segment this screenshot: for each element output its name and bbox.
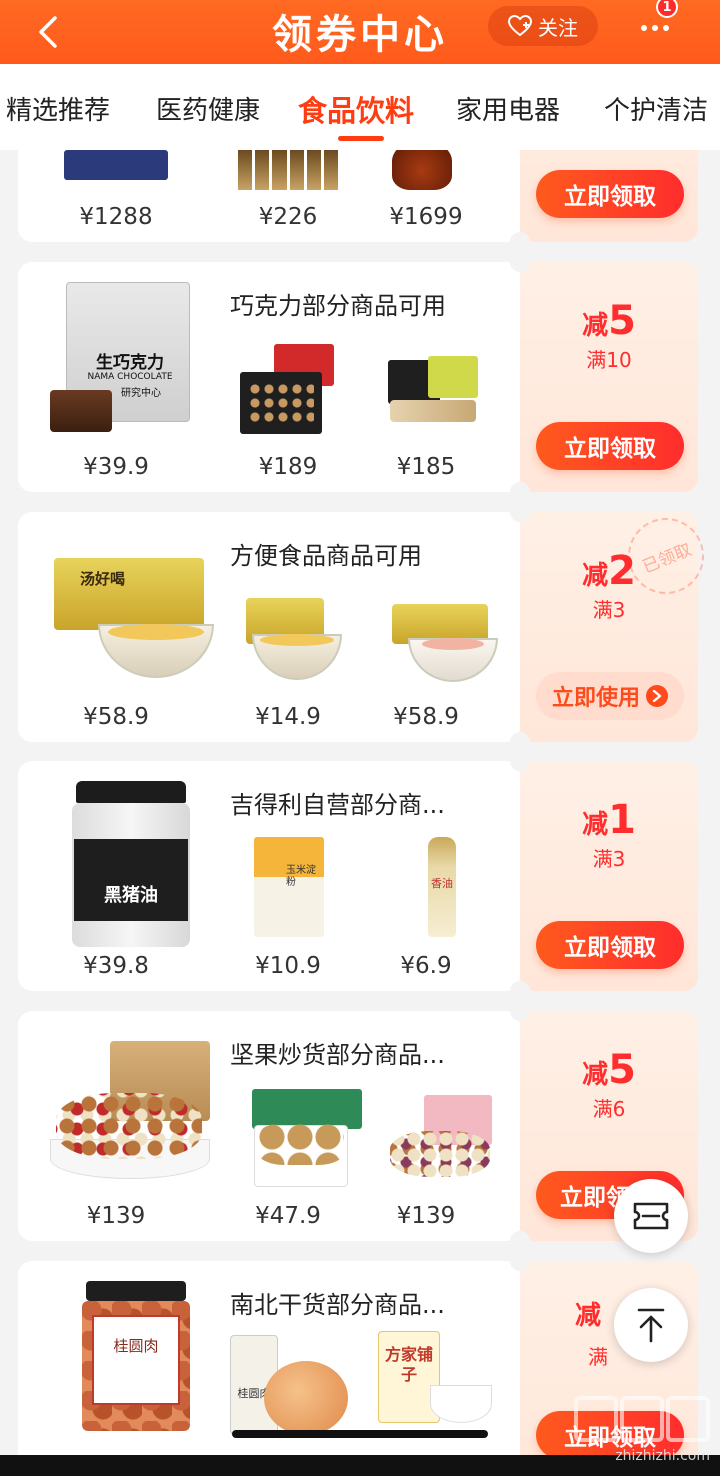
product-price: ¥58.9 <box>83 704 149 730</box>
back-button[interactable] <box>28 10 68 54</box>
product-price: ¥47.9 <box>255 1203 321 1229</box>
tab-personal-care[interactable]: 个护清洁 <box>604 90 708 127</box>
product-image[interactable] <box>230 338 360 446</box>
product-image[interactable]: 桂圆肉 <box>230 1331 360 1435</box>
watermark-logo <box>574 1396 710 1442</box>
chevron-left-icon <box>39 16 57 48</box>
heart-plus-icon <box>508 15 532 37</box>
tab-home-appliances[interactable]: 家用电器 <box>456 90 560 127</box>
coupon-discount: 减5 <box>582 1047 636 1093</box>
product-image[interactable] <box>64 150 168 180</box>
product-pack-text: 桂圆肉 <box>113 1337 159 1355</box>
product-image[interactable] <box>230 1087 362 1195</box>
product-price: ¥6.9 <box>400 953 452 979</box>
product-pack-text: 黑猪油 <box>104 885 158 906</box>
coupon-discount: 减1 <box>582 797 636 843</box>
use-coupon-button[interactable]: 立即使用 <box>536 672 684 720</box>
product-image[interactable]: 桂圆肉 <box>36 1277 196 1437</box>
home-indicator <box>232 1430 488 1438</box>
claim-coupon-button[interactable]: 立即领取 <box>536 921 684 969</box>
product-pack-text: NAMA CHOCOLATE <box>87 372 173 382</box>
tab-medicine-health[interactable]: 医药健康 <box>156 90 260 127</box>
product-image[interactable] <box>238 150 339 190</box>
product-price: ¥58.9 <box>393 704 459 730</box>
coupon-card: 坚果炒货部分商品... ¥139 ¥47.9 ¥139 减5 满6 立即领 <box>18 1001 698 1251</box>
coupon-threshold: 满3 <box>592 598 626 622</box>
product-image[interactable] <box>36 1027 210 1187</box>
watermark-url: zhizhizhi.com <box>615 1448 710 1464</box>
chevron-right-icon <box>646 685 668 707</box>
coupon-card: 黑猪油 吉得利自营部分商... 玉米淀粉 香油 ¥39.8 ¥10.9 ¥6.9… <box>18 751 698 1001</box>
product-image[interactable]: 方家铺子 <box>370 1331 500 1435</box>
product-price: ¥189 <box>258 454 318 480</box>
product-price: ¥39.9 <box>83 454 149 480</box>
coupon-title: 吉得利自营部分商... <box>230 791 445 819</box>
coupon-title: 巧克力部分商品可用 <box>230 292 446 320</box>
category-tabs: 精选推荐 医药健康 食品饮料 家用电器 个护清洁 <box>0 64 720 150</box>
arrow-up-icon <box>637 1308 665 1343</box>
product-price: ¥185 <box>396 454 456 480</box>
product-price: ¥39.8 <box>83 953 149 979</box>
product-price: ¥14.9 <box>255 704 321 730</box>
coupon-discount: 减 <box>574 1301 601 1331</box>
follow-label: 关注 <box>538 15 578 40</box>
coupon-threshold: 满 <box>588 1345 608 1369</box>
product-image[interactable]: 玉米淀粉 <box>230 837 360 945</box>
product-pack-text: 香油 <box>431 877 453 890</box>
bottom-bar <box>0 1455 720 1476</box>
coupon-discount: 减2 <box>582 548 636 594</box>
product-image[interactable] <box>370 338 500 446</box>
product-pack-text: 生巧克力 <box>96 353 164 373</box>
product-image[interactable] <box>370 1087 500 1195</box>
coupon-card: 汤好喝 方便食品商品可用 ¥58.9 ¥14.9 ¥58.9 已领取 减2 满3… <box>18 502 716 752</box>
coupon-threshold: 满3 <box>592 847 626 871</box>
coupon-card: 生巧克力 NAMA CHOCOLATE 研究中心 巧克力部分商品可用 ¥39.9… <box>18 252 698 502</box>
product-price: ¥139 <box>396 1203 456 1229</box>
product-price: ¥226 <box>258 204 318 230</box>
coupon-title: 方便食品商品可用 <box>230 542 422 570</box>
more-dots-icon <box>641 25 669 31</box>
product-image[interactable] <box>370 588 500 696</box>
coupon-threshold: 满10 <box>586 348 632 372</box>
product-image[interactable]: 香油 <box>370 837 500 945</box>
tab-featured[interactable]: 精选推荐 <box>6 90 110 127</box>
tab-food-beverage[interactable]: 食品饮料 <box>298 88 414 130</box>
follow-button[interactable]: 关注 <box>488 6 598 46</box>
back-to-top-button[interactable] <box>614 1288 688 1362</box>
product-image[interactable]: 黑猪油 <box>36 777 196 947</box>
product-price: ¥1699 <box>389 204 463 230</box>
claim-coupon-button[interactable]: 立即领取 <box>536 170 684 218</box>
product-pack-text: 汤好喝 <box>80 570 126 588</box>
active-tab-indicator <box>338 136 384 141</box>
product-pack-text: 玉米淀粉 <box>286 865 316 888</box>
product-image[interactable]: 生巧克力 NAMA CHOCOLATE 研究中心 <box>36 278 196 438</box>
product-price: ¥10.9 <box>255 953 321 979</box>
coupon-title: 坚果炒货部分商品... <box>230 1041 445 1069</box>
ticket-icon <box>633 1202 669 1230</box>
claim-coupon-button[interactable]: 立即领取 <box>536 422 684 470</box>
coupon-discount: 减5 <box>582 298 636 344</box>
page-title: 领券中心 <box>272 12 448 58</box>
top-header: 领券中心 关注 1 <box>0 0 720 64</box>
product-price: ¥139 <box>86 1203 146 1229</box>
product-pack-text: 方家铺子 <box>384 1345 433 1384</box>
product-price: ¥1288 <box>79 204 153 230</box>
coupon-threshold: 满6 <box>592 1097 626 1121</box>
coupon-shortcut-button[interactable] <box>614 1179 688 1253</box>
product-image[interactable]: 汤好喝 <box>36 528 214 688</box>
product-image[interactable] <box>230 588 360 696</box>
coupon-title: 南北干货部分商品... <box>230 1291 445 1319</box>
